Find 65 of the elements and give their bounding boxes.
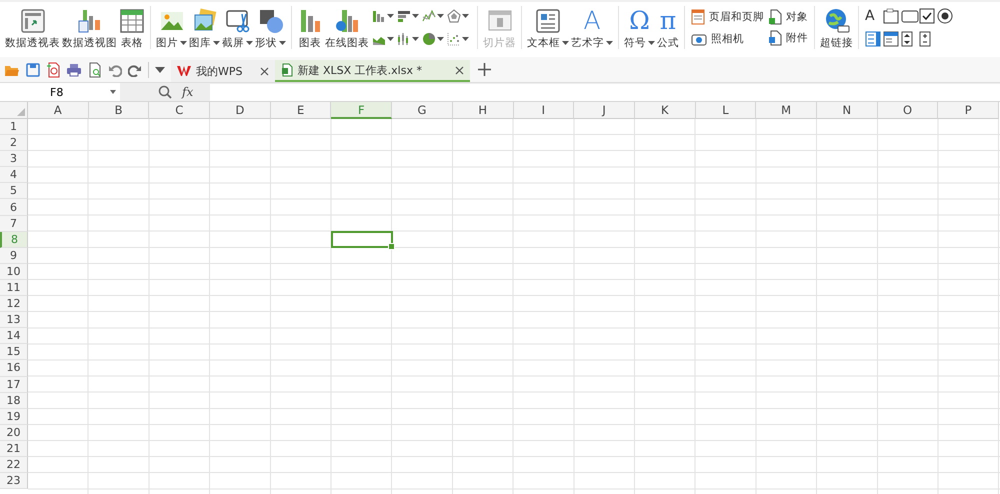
- row-header[interactable]: 17: [0, 376, 28, 393]
- row-header[interactable]: 22: [0, 456, 28, 474]
- column-header[interactable]: N: [816, 102, 878, 119]
- row-header[interactable]: 10: [0, 264, 28, 280]
- row-header[interactable]: 9: [0, 248, 28, 264]
- ribbon-button[interactable]: 形状: [254, 4, 287, 57]
- row-header[interactable]: 16: [0, 360, 28, 376]
- column-header[interactable]: E: [270, 102, 332, 119]
- column-header[interactable]: K: [634, 102, 696, 119]
- column-header[interactable]: H: [452, 102, 514, 119]
- ribbon-button[interactable]: 图片: [155, 4, 188, 57]
- column-header[interactable]: I: [514, 102, 574, 119]
- row-header[interactable]: 19: [0, 408, 28, 425]
- ribbon-button[interactable]: 文本框: [526, 4, 570, 57]
- row-header[interactable]: 2: [0, 135, 28, 152]
- ribbon-button[interactable]: A 艺术字: [570, 4, 614, 57]
- ribbon-button[interactable]: 数据透视表: [4, 4, 61, 57]
- column-header[interactable]: P: [938, 102, 999, 119]
- row-header[interactable]: 4: [0, 167, 28, 184]
- ribbon-button[interactable]: 图库: [188, 4, 221, 57]
- ribbon-button[interactable]: 页眉和页脚: [691, 9, 764, 26]
- glyph-icon: A: [583, 7, 601, 34]
- row-header[interactable]: 1: [0, 119, 28, 136]
- ribbon-button[interactable]: 表格: [118, 4, 146, 57]
- row-header[interactable]: 20: [0, 424, 28, 441]
- ribbon-button[interactable]: Ω 符号: [623, 4, 656, 57]
- column-header[interactable]: G: [392, 102, 453, 119]
- column-header[interactable]: J: [574, 102, 635, 119]
- tab-title: 我的WPS: [196, 64, 242, 78]
- row-header[interactable]: 18: [0, 392, 28, 409]
- function-label[interactable]: fx: [182, 85, 194, 99]
- column-header[interactable]: D: [210, 102, 271, 119]
- name-box[interactable]: F8: [0, 83, 120, 101]
- column-header[interactable]: L: [696, 102, 756, 119]
- column-header[interactable]: M: [756, 102, 817, 119]
- row-header[interactable]: 5: [0, 183, 28, 200]
- column-header[interactable]: B: [88, 102, 150, 119]
- ribbon-button[interactable]: 对象: [768, 8, 808, 25]
- ribbon-button[interactable]: 数据透视图: [61, 4, 118, 57]
- row-header[interactable]: 23: [0, 473, 28, 490]
- row-header[interactable]: 11: [0, 280, 28, 296]
- row-header[interactable]: 13: [0, 312, 28, 328]
- label-control-button[interactable]: A: [865, 8, 883, 24]
- document-tab[interactable]: 新建 XLSX 工作表.xlsx *: [274, 60, 470, 82]
- ribbon-button[interactable]: π 公式: [656, 4, 680, 57]
- ribbon-button[interactable]: 截屏: [221, 4, 254, 57]
- row-header[interactable]: 12: [0, 296, 28, 312]
- ribbon-button[interactable]: 附件: [768, 30, 808, 46]
- ribbon-button[interactable]: 照相机: [691, 32, 764, 46]
- glyph-icon: π: [660, 7, 676, 34]
- ribbon-button[interactable]: 在线图表: [324, 4, 370, 57]
- document-tab[interactable]: 我的WPS: [171, 60, 274, 82]
- row-header[interactable]: 14: [0, 328, 28, 344]
- row-header[interactable]: 7: [0, 216, 28, 232]
- column-header[interactable]: O: [878, 102, 938, 119]
- row-header[interactable]: 15: [0, 344, 28, 360]
- row-header[interactable]: 3: [0, 151, 28, 168]
- ribbon-button[interactable]: 图表: [296, 4, 324, 57]
- column-header[interactable]: C: [149, 102, 210, 119]
- ribbon-button[interactable]: 超链接: [819, 4, 854, 57]
- row-header[interactable]: 21: [0, 440, 28, 457]
- tab-title: 新建 XLSX 工作表.xlsx *: [298, 62, 422, 78]
- glyph-icon: Ω: [629, 7, 650, 34]
- row-header[interactable]: 6: [0, 199, 28, 216]
- column-header[interactable]: A: [28, 102, 89, 119]
